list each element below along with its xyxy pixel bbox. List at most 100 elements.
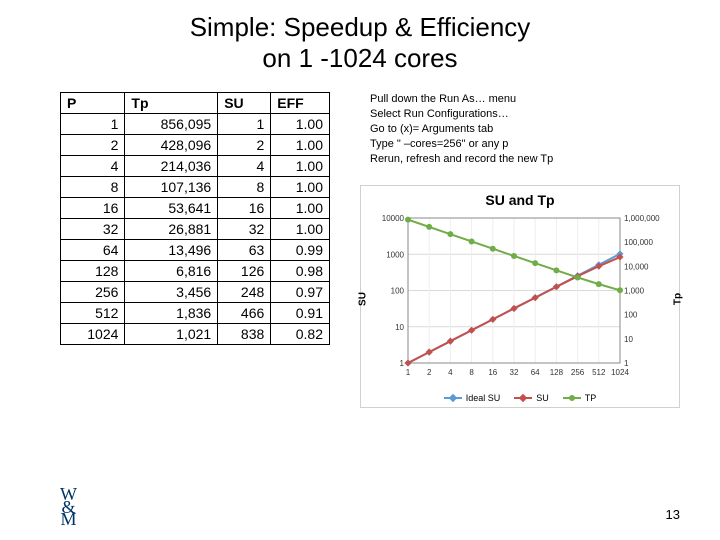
svg-text:512: 512: [592, 368, 606, 377]
svg-text:1024: 1024: [611, 368, 629, 377]
data-point: [532, 260, 538, 266]
table-cell: 53,641: [125, 198, 218, 219]
table-row: 3226,881321.00: [61, 219, 330, 240]
y-axis-left-label: SU: [357, 292, 368, 306]
legend-swatch: [444, 397, 462, 399]
slide-title: Simple: Speedup & Efficiency on 1 -1024 …: [0, 0, 720, 74]
table-cell: 248: [218, 282, 271, 303]
data-point: [468, 326, 475, 333]
data-point: [490, 245, 496, 251]
table-cell: 214,036: [125, 156, 218, 177]
instruction-line: Pull down the Run As… menu: [370, 92, 680, 107]
svg-text:32: 32: [510, 368, 519, 377]
table-cell: 1.00: [271, 156, 330, 177]
data-point: [553, 267, 559, 273]
table-cell: 2: [218, 135, 271, 156]
svg-text:10,000: 10,000: [624, 262, 649, 271]
svg-text:128: 128: [550, 368, 564, 377]
svg-text:100: 100: [624, 310, 638, 319]
data-point: [489, 315, 496, 322]
table-cell: 0.91: [271, 303, 330, 324]
table-cell: 0.99: [271, 240, 330, 261]
table-header: EFF: [271, 93, 330, 114]
table-cell: 32: [218, 219, 271, 240]
title-line-2: on 1 -1024 cores: [262, 43, 457, 73]
svg-text:100: 100: [391, 286, 405, 295]
data-point: [469, 238, 475, 244]
table-cell: 4: [61, 156, 125, 177]
svg-text:1,000: 1,000: [624, 286, 645, 295]
legend-label: TP: [585, 393, 597, 403]
table-cell: 1.00: [271, 219, 330, 240]
svg-text:1: 1: [406, 368, 411, 377]
instruction-line: Type " –cores=256" or any p: [370, 137, 680, 152]
page-number: 13: [666, 507, 680, 522]
table-cell: 16: [61, 198, 125, 219]
table-row: 10241,0218380.82: [61, 324, 330, 345]
table-cell: 1.00: [271, 135, 330, 156]
svg-text:64: 64: [531, 368, 540, 377]
svg-text:10000: 10000: [382, 214, 405, 223]
legend-swatch: [563, 397, 581, 399]
svg-text:1000: 1000: [386, 250, 404, 259]
table-cell: 8: [61, 177, 125, 198]
table-cell: 1.00: [271, 198, 330, 219]
table-cell: 126: [218, 261, 271, 282]
chart-svg: 1101001000100001101001,00010,000100,0001…: [370, 212, 670, 387]
data-point: [405, 216, 411, 222]
svg-text:2: 2: [427, 368, 432, 377]
svg-text:1,000,000: 1,000,000: [624, 214, 660, 223]
logo-icon: W&M: [60, 488, 77, 526]
table-panel: PTpSUEFF 1856,09511.002428,09621.004214,…: [60, 92, 340, 407]
svg-text:10: 10: [395, 322, 404, 331]
svg-text:256: 256: [571, 368, 585, 377]
y-axis-right-label: Tp: [672, 293, 683, 305]
table-cell: 1.00: [271, 177, 330, 198]
table-cell: 1,021: [125, 324, 218, 345]
data-point: [596, 281, 602, 287]
data-point: [426, 223, 432, 229]
instructions-block: Pull down the Run As… menuSelect Run Con…: [360, 92, 680, 166]
table-row: 8107,13681.00: [61, 177, 330, 198]
instruction-line: Select Run Configurations…: [370, 107, 680, 122]
legend-item: TP: [563, 393, 597, 403]
svg-text:16: 16: [488, 368, 497, 377]
table-cell: 6,816: [125, 261, 218, 282]
table-cell: 428,096: [125, 135, 218, 156]
table-row: 1286,8161260.98: [61, 261, 330, 282]
table-cell: 32: [61, 219, 125, 240]
chart-legend: Ideal SU SU TP: [369, 393, 671, 403]
table-cell: 856,095: [125, 114, 218, 135]
table-cell: 8: [218, 177, 271, 198]
table-cell: 64: [61, 240, 125, 261]
legend-label: SU: [536, 393, 549, 403]
table-cell: 4: [218, 156, 271, 177]
data-point: [426, 348, 433, 355]
table-row: 1653,641161.00: [61, 198, 330, 219]
right-panel: Pull down the Run As… menuSelect Run Con…: [340, 92, 680, 407]
table-cell: 3,456: [125, 282, 218, 303]
table-row: 4214,03641.00: [61, 156, 330, 177]
instruction-line: Rerun, refresh and record the new Tp: [370, 152, 680, 167]
table-cell: 466: [218, 303, 271, 324]
data-point: [447, 231, 453, 237]
table-cell: 512: [61, 303, 125, 324]
table-cell: 63: [218, 240, 271, 261]
legend-item: SU: [514, 393, 549, 403]
data-point: [447, 337, 454, 344]
chart-plot: SU Tp 1101001000100001101001,00010,00010…: [370, 212, 670, 387]
table-row: 6413,496630.99: [61, 240, 330, 261]
chart-title: SU and Tp: [369, 192, 671, 208]
data-point: [404, 359, 411, 366]
svg-text:4: 4: [448, 368, 453, 377]
speedup-table: PTpSUEFF 1856,09511.002428,09621.004214,…: [60, 92, 330, 345]
table-cell: 26,881: [125, 219, 218, 240]
svg-text:100,000: 100,000: [624, 238, 653, 247]
svg-text:1: 1: [400, 359, 405, 368]
table-cell: 1,836: [125, 303, 218, 324]
table-row: 2428,09621.00: [61, 135, 330, 156]
table-cell: 1: [61, 114, 125, 135]
table-cell: 0.82: [271, 324, 330, 345]
table-row: 5121,8364660.91: [61, 303, 330, 324]
legend-item: Ideal SU: [444, 393, 501, 403]
